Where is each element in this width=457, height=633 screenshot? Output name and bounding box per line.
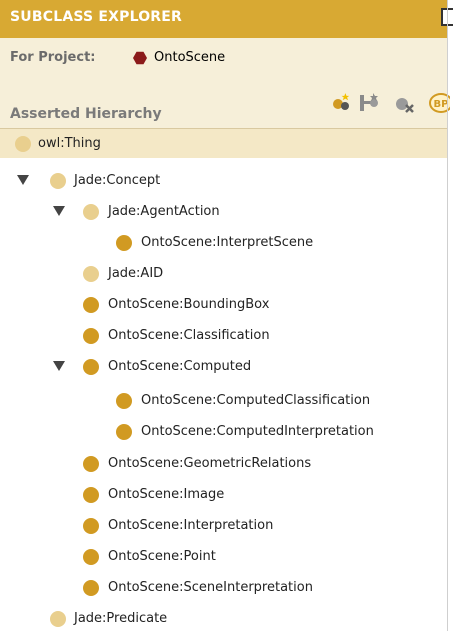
tree-item-ontoscene-interpretation[interactable]: OntoScene:Interpretation <box>0 511 447 540</box>
class-icon <box>50 611 66 627</box>
class-icon <box>83 549 99 565</box>
class-icon <box>50 173 66 189</box>
class-icon <box>83 487 99 503</box>
class-icon <box>83 204 99 220</box>
tree-item-label: OntoScene:InterpretScene <box>141 235 314 250</box>
project-label: For Project: <box>10 50 96 65</box>
class-icon <box>83 328 99 344</box>
delete-class-icon[interactable] <box>393 92 415 114</box>
tree-item-jade-agentaction[interactable]: Jade:AgentAction <box>0 197 447 226</box>
tree-item-label: OntoScene:BoundingBox <box>108 297 270 312</box>
class-icon <box>83 518 99 534</box>
tree-item-ontoscene-classification[interactable]: OntoScene:Classification <box>0 321 447 350</box>
hierarchy-label: Asserted Hierarchy <box>10 106 162 122</box>
tree-item-ontoscene-computedclassification[interactable]: OntoScene:ComputedClassification <box>0 386 447 415</box>
tree-item-label: Jade:Predicate <box>74 611 168 626</box>
project-bar: For Project: OntoScene <box>0 38 447 86</box>
tree-item-owl-thing[interactable]: owl:Thing <box>0 129 447 158</box>
tree-item-label: OntoScene:GeometricRelations <box>108 456 312 471</box>
class-icon <box>83 297 99 313</box>
tree-item-label: OntoScene:SceneInterpretation <box>108 580 313 595</box>
tree-item-ontoscene-interpretscene[interactable]: OntoScene:InterpretScene <box>0 228 447 257</box>
class-icon <box>116 235 132 251</box>
tree-item-ontoscene-computed[interactable]: OntoScene:Computed <box>0 352 447 381</box>
panel-header: SUBCLASS EXPLORER <box>0 0 453 39</box>
add-subclass-icon[interactable] <box>330 92 352 114</box>
add-sibling-class-icon[interactable] <box>358 92 380 114</box>
class-icon <box>15 136 31 152</box>
tree-item-ontoscene-image[interactable]: OntoScene:Image <box>0 480 447 509</box>
tree-item-label: OntoScene:Point <box>108 549 216 564</box>
tree-item-label: Jade:Concept <box>74 173 161 188</box>
class-icon <box>83 456 99 472</box>
class-tree[interactable]: owl:Thing Jade:Concept Jade:AgentAction … <box>0 129 447 631</box>
tree-item-label: Jade:AgentAction <box>108 204 220 219</box>
class-icon <box>83 580 99 596</box>
expand-toggle-icon[interactable] <box>17 175 29 185</box>
tree-item-ontoscene-sceneinterpretation[interactable]: OntoScene:SceneInterpretation <box>0 573 447 602</box>
class-icon <box>83 266 99 282</box>
tree-item-label: OntoScene:Interpretation <box>108 518 274 533</box>
tree-item-ontoscene-computedinterpretation[interactable]: OntoScene:ComputedInterpretation <box>0 417 447 446</box>
class-icon <box>83 359 99 375</box>
project-icon <box>133 51 147 65</box>
tree-item-label: OntoScene:Computed <box>108 359 252 374</box>
panel-divider <box>447 0 448 631</box>
tree-item-jade-aid[interactable]: Jade:AID <box>0 259 447 288</box>
expand-toggle-icon[interactable] <box>53 206 65 216</box>
tree-item-label: OntoScene:Image <box>108 487 225 502</box>
expand-toggle-icon[interactable] <box>53 361 65 371</box>
tree-item-label: owl:Thing <box>38 136 101 151</box>
class-icon <box>116 424 132 440</box>
tree-item-ontoscene-point[interactable]: OntoScene:Point <box>0 542 447 571</box>
tree-item-jade-concept[interactable]: Jade:Concept <box>0 166 447 195</box>
tree-item-ontoscene-boundingbox[interactable]: OntoScene:BoundingBox <box>0 290 447 319</box>
tree-item-label: Jade:AID <box>108 266 164 281</box>
project-name: OntoScene <box>154 50 226 65</box>
tree-item-ontoscene-geometricrelations[interactable]: OntoScene:GeometricRelations <box>0 449 447 478</box>
hierarchy-toolbar: Asserted Hierarchy BP <box>0 86 450 129</box>
tree-item-label: OntoScene:Classification <box>108 328 270 343</box>
tree-item-label: OntoScene:ComputedClassification <box>141 393 371 408</box>
tree-item-label: OntoScene:ComputedInterpretation <box>141 424 374 439</box>
tree-item-jade-predicate[interactable]: Jade:Predicate <box>0 604 447 633</box>
panel-title: SUBCLASS EXPLORER <box>10 9 183 25</box>
class-icon <box>116 393 132 409</box>
